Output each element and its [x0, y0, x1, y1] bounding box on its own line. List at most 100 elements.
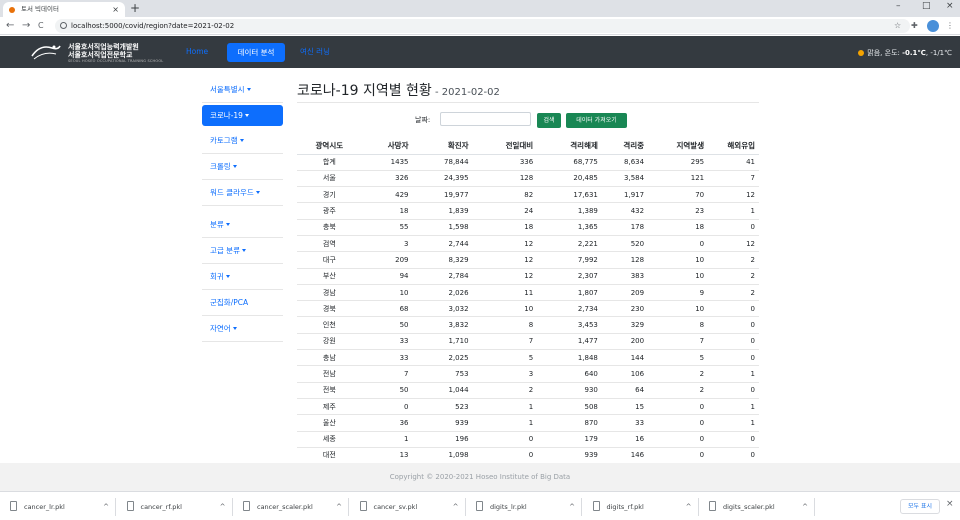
chevron-up-icon[interactable]: ^: [336, 498, 342, 516]
weather-range: , -1/1℃: [925, 49, 952, 57]
menu-icon[interactable]: ⋮: [946, 20, 954, 32]
search-button[interactable]: 검색: [537, 113, 561, 128]
chevron-up-icon[interactable]: ^: [569, 498, 575, 516]
table-cell: 0: [361, 398, 413, 416]
table-cell: 세종: [297, 431, 362, 448]
column-header: 지역발생: [648, 138, 709, 155]
logo-icon[interactable]: [30, 42, 62, 62]
chevron-up-icon[interactable]: ^: [453, 498, 459, 516]
download-filename: digits_scaler.pkl: [723, 503, 775, 511]
table-cell: 0: [708, 316, 759, 334]
table-cell: 128: [472, 170, 538, 188]
table-cell: 인천: [297, 316, 362, 334]
table-row: 제주 0 523 1 508 15 0 1: [297, 398, 759, 416]
sidebar-item-seoul[interactable]: 서울특별시: [202, 77, 283, 103]
info-icon[interactable]: [60, 22, 67, 29]
new-tab-button[interactable]: +: [130, 0, 140, 16]
sidebar-item-nlp[interactable]: 자연어: [202, 316, 283, 342]
table-cell: 0: [648, 447, 709, 465]
url-field[interactable]: localhost:5000/covid/region?date=2021-02…: [55, 19, 910, 33]
download-shelf: 모두 표시 × cancer_lr.pkl ^ cancer_rf.pkl ^ canc…: [0, 491, 960, 520]
table-cell: 68,775: [537, 154, 602, 171]
column-header: 전일대비: [472, 138, 538, 155]
table-cell: 13: [361, 447, 413, 465]
title-divider: [297, 102, 759, 103]
table-cell: 178: [601, 219, 649, 236]
chevron-up-icon[interactable]: ^: [686, 498, 692, 516]
back-icon[interactable]: ←: [6, 19, 14, 33]
tab-close-icon[interactable]: ×: [112, 2, 119, 17]
table-cell: 경남: [297, 284, 362, 302]
table-cell: 검역: [297, 235, 362, 253]
sidebar-item-regression[interactable]: 회귀: [202, 264, 283, 290]
download-filename: cancer_lr.pkl: [24, 503, 65, 511]
table-row: 대구 209 8,329 12 7,992 128 10 2: [297, 251, 759, 269]
download-item[interactable]: digits_lr.pkl ^: [472, 498, 582, 516]
download-item[interactable]: cancer_scaler.pkl ^: [239, 498, 349, 516]
show-all-button[interactable]: 모두 표시: [900, 499, 940, 514]
table-cell: 432: [601, 202, 649, 220]
table-cell: 1,477: [537, 333, 602, 351]
forward-icon[interactable]: →: [22, 19, 30, 33]
sidebar-item-covid[interactable]: 코로나-19: [202, 105, 283, 126]
sidebar-item-crawling[interactable]: 크롤링: [202, 154, 283, 180]
chevron-up-icon[interactable]: ^: [103, 498, 109, 516]
table-cell: 1,710: [412, 333, 473, 351]
table-cell: 전북: [297, 382, 362, 399]
table-cell: 33: [361, 333, 413, 351]
sidebar-item-advanced-classification[interactable]: 고급 분류: [202, 238, 283, 264]
table-cell: 1: [361, 431, 413, 448]
table-cell: 0: [708, 431, 759, 448]
nav-home[interactable]: Home: [186, 45, 208, 59]
table-cell: 2,026: [412, 284, 473, 302]
download-item[interactable]: cancer_sv.pkl ^: [356, 498, 466, 516]
table-row: 경남 10 2,026 11 1,807 209 9 2: [297, 284, 759, 302]
download-filename: digits_rf.pkl: [606, 503, 644, 511]
tab-favicon-icon: [9, 7, 15, 13]
nav-data-analysis[interactable]: 데이터 분석: [227, 43, 285, 62]
table-cell: 520: [601, 235, 649, 253]
table-cell: 1: [708, 398, 759, 416]
download-item[interactable]: cancer_rf.pkl ^: [123, 498, 233, 516]
download-item[interactable]: digits_rf.pkl ^: [589, 498, 699, 516]
table-cell: 1: [708, 365, 759, 383]
download-item[interactable]: cancer_lr.pkl ^: [6, 498, 116, 516]
sidebar-item-classification[interactable]: 분류: [202, 212, 283, 238]
download-item[interactable]: digits_scaler.pkl ^: [705, 498, 815, 516]
download-filename: cancer_sv.pkl: [373, 503, 418, 511]
maximize-icon[interactable]: □: [922, 1, 931, 11]
table-cell: 1435: [361, 154, 413, 171]
date-input[interactable]: [440, 112, 531, 126]
table-cell: 2: [708, 284, 759, 302]
table-cell: 5: [648, 349, 709, 367]
table-cell: 3,453: [537, 316, 602, 334]
table-cell: 1,389: [537, 202, 602, 220]
sidebar-item-cartogram[interactable]: 카토그램: [202, 128, 283, 154]
window-close-icon[interactable]: ×: [946, 1, 954, 11]
extension-icon[interactable]: ✚: [911, 20, 918, 32]
sidebar-item-wordcloud[interactable]: 워드 클라우드: [202, 180, 283, 206]
table-cell: 합계: [297, 154, 362, 171]
star-icon[interactable]: ☆: [894, 20, 901, 32]
table-cell: 3,032: [412, 300, 473, 318]
table-cell: 10: [648, 251, 709, 269]
table-cell: 326: [361, 170, 413, 188]
table-row: 충북 55 1,598 18 1,365 178 18 0: [297, 219, 759, 236]
table-cell: 336: [472, 154, 538, 171]
table-cell: 2: [708, 251, 759, 269]
close-icon[interactable]: ×: [946, 499, 954, 509]
table-cell: 24: [472, 202, 538, 220]
caret-down-icon: [246, 88, 251, 91]
profile-icon[interactable]: [927, 20, 939, 32]
table-cell: 7: [472, 333, 538, 351]
sidebar-item-clustering[interactable]: 군집화/PCA: [202, 290, 283, 316]
chevron-up-icon[interactable]: ^: [802, 498, 808, 516]
table-cell: 930: [537, 382, 602, 399]
nav-machine-learning[interactable]: 여신 러닝: [300, 45, 330, 59]
fetch-data-button[interactable]: 데이터 가져오기: [566, 113, 627, 128]
reload-icon[interactable]: C: [38, 19, 44, 33]
table-cell: 19,977: [412, 186, 473, 204]
browser-tab[interactable]: 토서 빅데이터 ×: [3, 2, 125, 17]
minimize-icon[interactable]: –: [896, 1, 901, 11]
chevron-up-icon[interactable]: ^: [220, 498, 226, 516]
